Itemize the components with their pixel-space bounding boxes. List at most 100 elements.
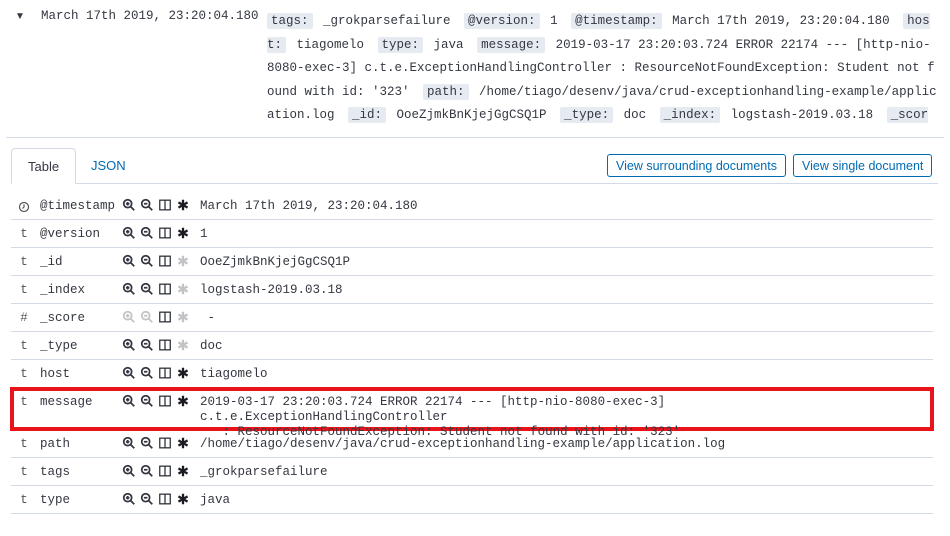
field-value: March 17th 2019, 23:20:04.180 bbox=[200, 199, 418, 213]
toggle-column-icon[interactable] bbox=[158, 198, 172, 217]
filter-for-value-icon[interactable] bbox=[122, 310, 136, 329]
view-surrounding-documents-button[interactable]: View surrounding documents bbox=[607, 154, 786, 177]
toggle-column-icon[interactable] bbox=[158, 436, 172, 455]
filter-out-value-icon[interactable] bbox=[140, 436, 154, 455]
summary-key: _index: bbox=[659, 107, 721, 123]
table-row: t _id OoeZjmkBnKjejGgCSQ1P bbox=[11, 248, 933, 276]
clock-icon bbox=[17, 199, 31, 217]
summary-key: path: bbox=[423, 83, 469, 100]
filter-for-value-icon[interactable] bbox=[122, 282, 136, 301]
filter-out-value-icon[interactable] bbox=[140, 394, 154, 413]
toggle-column-icon[interactable] bbox=[158, 338, 172, 357]
field-type-icon: t bbox=[20, 395, 28, 409]
field-name: @version bbox=[40, 227, 101, 241]
filter-exists-icon[interactable] bbox=[176, 282, 190, 301]
field-value: tiagomelo bbox=[200, 367, 268, 381]
filter-out-value-icon[interactable] bbox=[140, 492, 154, 511]
document-summary: tags: _grokparsefailure @version: 1 @tim… bbox=[267, 10, 937, 126]
filter-out-value-icon[interactable] bbox=[140, 464, 154, 483]
field-name: type bbox=[40, 493, 71, 507]
field-type-icon: t bbox=[20, 465, 28, 479]
summary-key: _type: bbox=[560, 107, 614, 123]
toggle-column-icon[interactable] bbox=[158, 310, 172, 329]
table-row: t type java bbox=[11, 486, 933, 514]
filter-for-value-icon[interactable] bbox=[122, 436, 136, 455]
filter-for-value-icon[interactable] bbox=[122, 198, 136, 217]
table-row: @timestamp March 17th 2019, 23:20:04.180 bbox=[11, 192, 933, 220]
field-name: path bbox=[40, 437, 71, 451]
summary-key: message: bbox=[477, 36, 546, 53]
summary-key: tags: bbox=[267, 13, 313, 29]
field-type-icon: t bbox=[20, 493, 28, 507]
field-type-icon: t bbox=[20, 283, 28, 297]
filter-out-value-icon[interactable] bbox=[140, 366, 154, 385]
filter-exists-icon[interactable] bbox=[176, 310, 190, 329]
filter-exists-icon[interactable] bbox=[176, 436, 190, 455]
table-row: t _index logstash-2019.03.18 bbox=[11, 276, 933, 304]
divider bbox=[6, 137, 944, 138]
field-name: _index bbox=[40, 283, 86, 297]
document-timestamp: March 17th 2019, 23:20:04.180 bbox=[41, 9, 259, 23]
field-name: message bbox=[40, 395, 93, 409]
toggle-column-icon[interactable] bbox=[158, 464, 172, 483]
summary-value: java bbox=[426, 37, 472, 52]
table-row: t @version 1 bbox=[11, 220, 933, 248]
filter-out-value-icon[interactable] bbox=[140, 282, 154, 301]
table-row: t host tiagomelo bbox=[11, 360, 933, 388]
filter-exists-icon[interactable] bbox=[176, 254, 190, 273]
table-row: # _score - bbox=[11, 304, 933, 332]
field-name: _id bbox=[40, 255, 63, 269]
filter-exists-icon[interactable] bbox=[176, 198, 190, 217]
toggle-column-icon[interactable] bbox=[158, 282, 172, 301]
field-value: java bbox=[200, 493, 231, 507]
filter-for-value-icon[interactable] bbox=[122, 254, 136, 273]
field-type-icon: t bbox=[20, 367, 28, 381]
filter-for-value-icon[interactable] bbox=[122, 492, 136, 511]
summary-value: logstash-2019.03.18 bbox=[723, 108, 881, 122]
field-name: _score bbox=[40, 311, 86, 325]
filter-out-value-icon[interactable] bbox=[140, 226, 154, 245]
tab-json[interactable]: JSON bbox=[75, 148, 142, 184]
toggle-column-icon[interactable] bbox=[158, 492, 172, 511]
toggle-column-icon[interactable] bbox=[158, 394, 172, 413]
filter-for-value-icon[interactable] bbox=[122, 226, 136, 245]
filter-exists-icon[interactable] bbox=[176, 492, 190, 511]
toggle-column-icon[interactable] bbox=[158, 366, 172, 385]
filter-exists-icon[interactable] bbox=[176, 338, 190, 357]
filter-out-value-icon[interactable] bbox=[140, 198, 154, 217]
field-value: _grokparsefailure bbox=[200, 465, 328, 479]
table-row: t message 2019-03-17 23:20:03.724 ERROR … bbox=[10, 387, 934, 439]
toggle-column-icon[interactable] bbox=[158, 254, 172, 273]
filter-out-value-icon[interactable] bbox=[140, 254, 154, 273]
toggle-column-icon[interactable] bbox=[158, 226, 172, 245]
filter-for-value-icon[interactable] bbox=[122, 394, 136, 413]
table-row: t path /home/tiago/desenv/java/crud-exce… bbox=[11, 430, 933, 458]
field-name: host bbox=[40, 367, 71, 381]
filter-exists-icon[interactable] bbox=[176, 366, 190, 385]
summary-key: type: bbox=[377, 36, 424, 53]
field-type-icon: t bbox=[20, 255, 28, 269]
summary-key: _id: bbox=[348, 107, 387, 123]
field-name: tags bbox=[40, 465, 71, 479]
filter-out-value-icon[interactable] bbox=[140, 338, 154, 357]
summary-value: 1 bbox=[542, 14, 566, 28]
filter-exists-icon[interactable] bbox=[176, 464, 190, 483]
field-table: @timestamp March 17th 2019, 23:20:04.180… bbox=[10, 192, 934, 514]
filter-for-value-icon[interactable] bbox=[122, 338, 136, 357]
filter-exists-icon[interactable] bbox=[176, 226, 190, 245]
summary-value: OoeZjmkBnKjejGgCSQ1P bbox=[389, 108, 555, 122]
summary-key: @timestamp: bbox=[571, 13, 662, 29]
filter-out-value-icon[interactable] bbox=[140, 310, 154, 329]
collapse-caret-icon[interactable]: ▼ bbox=[15, 11, 25, 22]
field-type-icon: t bbox=[20, 227, 28, 241]
view-single-document-button[interactable]: View single document bbox=[793, 154, 933, 177]
filter-for-value-icon[interactable] bbox=[122, 366, 136, 385]
field-value: /home/tiago/desenv/java/crud-exceptionha… bbox=[200, 437, 726, 451]
tab-table[interactable]: Table bbox=[11, 148, 77, 184]
field-type-icon: t bbox=[20, 437, 28, 451]
summary-value: March 17th 2019, 23:20:04.180 bbox=[664, 14, 898, 28]
summary-key: @version: bbox=[464, 13, 540, 29]
filter-for-value-icon[interactable] bbox=[122, 464, 136, 483]
filter-exists-icon[interactable] bbox=[176, 394, 190, 413]
field-type-icon: t bbox=[20, 339, 28, 353]
